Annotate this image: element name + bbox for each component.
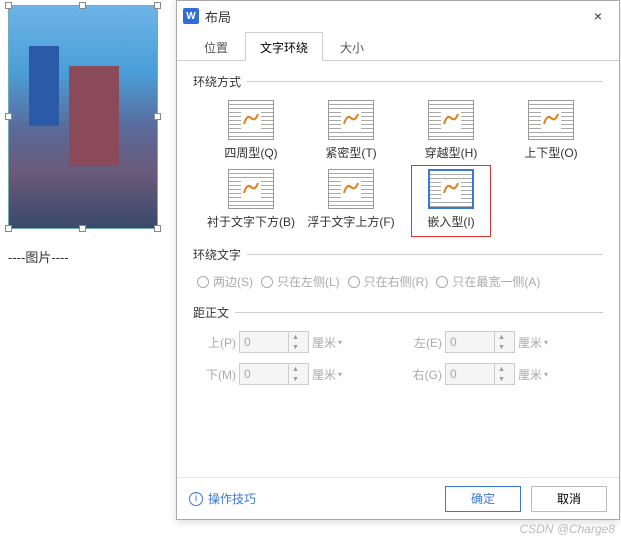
wrap-icon [328,169,374,209]
wrap-icon [428,100,474,140]
wrap-option-inline[interactable]: 嵌入型(I) [401,169,501,230]
radio-left: 只在左侧(L) [261,273,340,290]
dist-left-label: 左(E) [405,334,445,351]
tab-bar: 位置 文字环绕 大小 [177,31,619,61]
info-icon: i [189,492,203,506]
ok-button[interactable]: 确定 [445,486,521,512]
wrap-icon [528,100,574,140]
unit-label: 厘米 [515,334,551,351]
dist-top-input: ▲▼ [239,331,309,353]
wrap-icon [328,100,374,140]
radio-icon [348,276,360,288]
resize-handle[interactable] [154,113,161,120]
wrap-icon [428,169,474,209]
radio-icon [197,276,209,288]
resize-handle[interactable] [5,225,12,232]
wrap-icon [228,169,274,209]
resize-handle[interactable] [79,2,86,9]
wrap-text-radios: 两边(S) 只在左侧(L) 只在右侧(R) 只在最宽一侧(A) [193,273,603,304]
radio-right: 只在右侧(R) [348,273,429,290]
radio-icon [436,276,448,288]
group-text-title: 环绕文字 [193,246,603,263]
resize-handle[interactable] [5,2,12,9]
tab-position[interactable]: 位置 [189,32,243,61]
dialog-body: 环绕方式 四周型(Q) 紧密型(T) 穿越型(H) 上下型(O) 衬于文字下方(… [177,61,619,479]
cancel-button[interactable]: 取消 [531,486,607,512]
wrap-option-through[interactable]: 穿越型(H) [401,100,501,161]
resize-handle[interactable] [79,225,86,232]
radio-both: 两边(S) [197,273,253,290]
resize-handle[interactable] [154,2,161,9]
close-button[interactable]: × [583,6,613,26]
dist-top-label: 上(P) [199,334,239,351]
distance-grid: 上(P) ▲▼ 厘米 左(E) ▲▼ 厘米 下(M) ▲▼ 厘米 右(G) ▲▼… [193,331,603,385]
wrap-option-square[interactable]: 四周型(Q) [201,100,301,161]
wrap-icon [228,100,274,140]
layout-dialog: W 布局 × 位置 文字环绕 大小 环绕方式 四周型(Q) 紧密型(T) 穿越型… [176,0,620,520]
resize-handle[interactable] [5,113,12,120]
dialog-title: 布局 [205,7,583,26]
image-caption: ----图片---- [8,247,168,266]
wrap-option-behind[interactable]: 衬于文字下方(B) [201,169,301,230]
image-selection-area: ⟳ ----图片---- [8,5,168,266]
selected-image[interactable]: ⟳ [8,5,158,229]
dist-bottom-label: 下(M) [199,366,239,383]
dialog-footer: i 操作技巧 确定 取消 [177,477,619,519]
unit-label: 厘米 [309,334,345,351]
unit-label: 厘米 [309,366,345,383]
wrap-option-tight[interactable]: 紧密型(T) [301,100,401,161]
radio-widest: 只在最宽一侧(A) [436,273,540,290]
dist-bottom-input: ▲▼ [239,363,309,385]
tips-link[interactable]: 操作技巧 [208,490,256,507]
wrap-option-topbottom[interactable]: 上下型(O) [501,100,601,161]
group-wrap-title: 环绕方式 [193,73,603,90]
tab-size[interactable]: 大小 [325,32,379,61]
wrap-options: 四周型(Q) 紧密型(T) 穿越型(H) 上下型(O) 衬于文字下方(B) 浮于… [193,100,603,238]
app-icon: W [183,8,199,24]
dist-left-input: ▲▼ [445,331,515,353]
resize-handle[interactable] [154,225,161,232]
image-content [9,6,157,228]
dist-right-input: ▲▼ [445,363,515,385]
titlebar: W 布局 × [177,1,619,31]
group-dist-title: 距正文 [193,304,603,321]
dist-right-label: 右(G) [405,366,445,383]
radio-icon [261,276,273,288]
tab-text-wrap[interactable]: 文字环绕 [245,32,323,61]
unit-label: 厘米 [515,366,551,383]
watermark: CSDN @Charge8 [519,522,615,536]
wrap-option-front[interactable]: 浮于文字上方(F) [301,169,401,230]
